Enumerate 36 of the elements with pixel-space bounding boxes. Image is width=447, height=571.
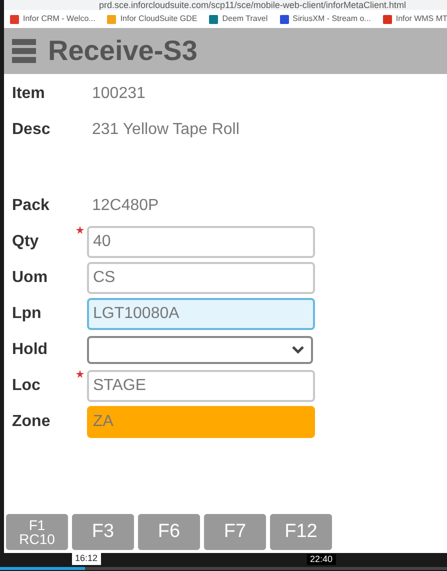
field-value: 100231 (92, 84, 146, 104)
bookmark[interactable]: Infor CloudSuite GDE (107, 13, 198, 25)
hold-dropdown[interactable] (87, 336, 313, 364)
hover-time-tooltip: 16:12 (72, 551, 101, 565)
address-bar[interactable]: prd.sce.inforcloudsuite.com/scp11/sce/mobile-web-client/inforMetaClient.html (4, 0, 447, 10)
input-field[interactable]: LGT10080A (87, 298, 315, 330)
input-field[interactable]: ZA (87, 406, 315, 438)
duration-text: 22:40 (307, 554, 336, 565)
field-value: 12C480P (92, 196, 159, 216)
video-progress-track[interactable] (0, 567, 447, 570)
screen-title: Receive-S3 (48, 34, 198, 68)
field-label: Hold (12, 340, 49, 360)
bookmark[interactable]: Infor CRM - Welco... (10, 13, 96, 25)
function-key-button[interactable]: F7 (204, 514, 266, 550)
input-field[interactable]: STAGE (87, 370, 315, 402)
field-label: Zone (12, 412, 52, 432)
bookmark[interactable]: Infor WMS MT (382, 13, 447, 25)
function-key-button[interactable]: F12 (270, 514, 332, 550)
input-field[interactable]: 40 (87, 226, 315, 258)
chevron-down-icon (291, 345, 305, 355)
function-key-button[interactable]: F6 (138, 514, 200, 550)
function-key-button[interactable]: F3 (72, 514, 134, 550)
field-label: Lpn (12, 304, 42, 324)
field-label: Loc (12, 376, 42, 396)
bookmark[interactable]: Deem Travel (209, 13, 268, 25)
field-label: Pack (12, 196, 50, 216)
url-text: prd.sce.inforcloudsuite.com/scp11/sce/mobile-web-client/inforMetaClient.html (99, 0, 406, 10)
function-key-button[interactable]: F1 RC10 (6, 514, 68, 550)
field-label: Item (12, 84, 46, 104)
field-label: Desc (12, 120, 52, 140)
bookmark[interactable]: SiriusXM - Stream o... (280, 13, 371, 25)
field-label: Uom (12, 268, 49, 288)
field-label: Qty (12, 232, 40, 252)
menu-icon[interactable] (12, 38, 36, 64)
input-field[interactable]: CS (87, 262, 315, 294)
field-value: 231 Yellow Tape Roll (92, 120, 240, 140)
